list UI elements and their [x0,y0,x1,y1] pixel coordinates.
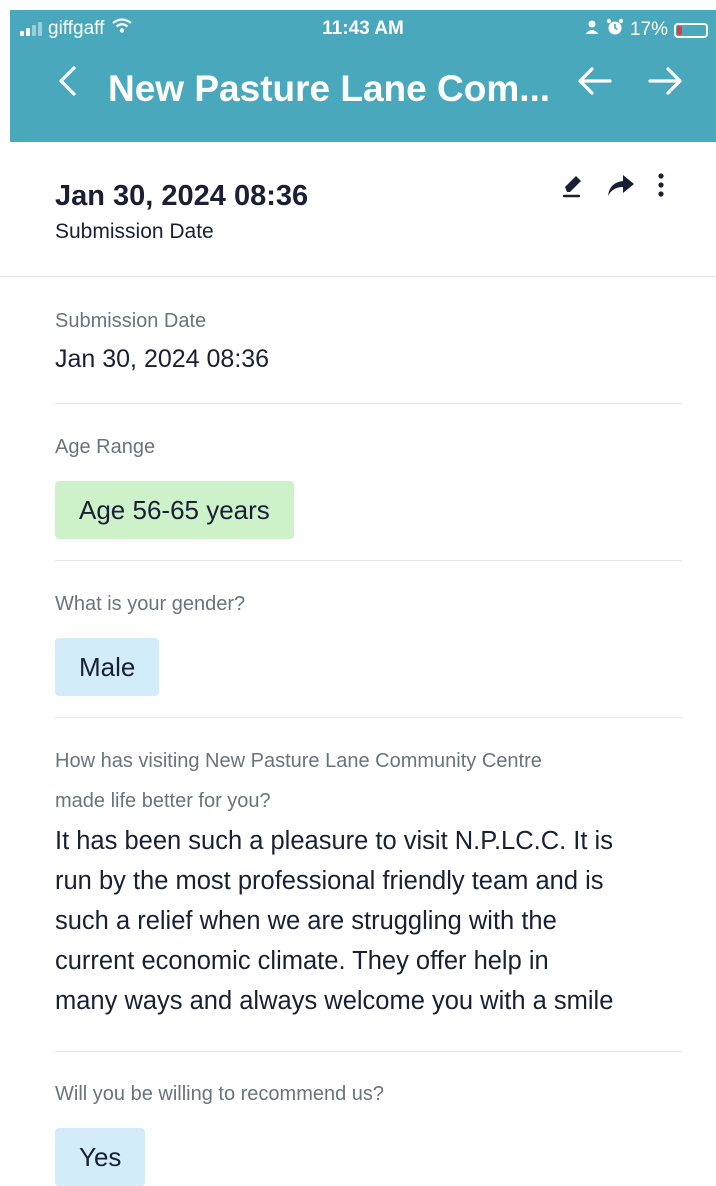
field-submission-date: Submission Date Jan 30, 2024 08:36 [55,277,682,404]
field-label: Will you be willing to recommend us? [55,1083,385,1105]
submission-summary: Jan 30, 2024 08:36 Submission Date [0,142,716,277]
battery-icon [674,22,708,38]
field-better-life: How has visiting New Pasture Lane Commun… [55,718,682,1052]
summary-date: Jan 30, 2024 08:36 [55,180,309,212]
summary-label: Submission Date [55,220,214,243]
share-button[interactable] [606,172,636,205]
field-age-range: Age Range Age 56-65 years [55,404,682,561]
answer-line: run by the most professional friendly te… [55,867,604,895]
edit-icon [562,176,581,198]
field-label: What is your gender? [55,593,246,615]
nav-bar: New Pasture Lane Com... [10,52,716,122]
arrow-left-icon [578,67,612,95]
previous-submission-button[interactable] [576,62,614,110]
battery-level [677,25,682,35]
answer-chip: Yes [55,1128,146,1186]
status-right-group: 17% [584,18,708,42]
page-title: New Pasture Lane Com... [108,68,551,109]
next-submission-button[interactable] [646,62,684,110]
answer-line: current economic climate. They offer hel… [55,947,549,975]
answer-chip: Male [55,638,160,696]
field-long-answer: It has been such a pleasure to visit N.P… [55,821,682,1021]
top-margin [0,0,716,10]
field-label-line-2: made life better for you? [55,790,271,812]
answer-line: such a relief when we are struggling wit… [55,907,557,935]
submission-fields: Submission Date Jan 30, 2024 08:36 Age R… [55,277,682,1186]
answer-chip-wrapper: Age 56-65 years [55,481,682,539]
field-recommend: Will you be willing to recommend us? Yes [55,1052,682,1186]
answer-chip-wrapper: Yes [55,1128,682,1186]
field-value: Jan 30, 2024 08:36 [55,345,270,373]
answer-chip: Age 56-65 years [55,481,294,539]
answer-line: many ways and always welcome you with a … [55,987,614,1015]
field-label: Submission Date [55,310,207,332]
edit-button[interactable] [560,172,586,205]
share-icon [608,175,634,196]
field-label: Age Range [55,436,156,458]
field-gender: What is your gender? Male [55,561,682,718]
answer-chip-wrapper: Male [55,638,682,696]
more-icon [658,173,664,197]
person-icon [584,19,600,41]
status-bar: giffgaff 11:43 AM 17% [10,10,716,48]
back-button[interactable] [56,62,78,110]
alarm-icon [606,18,624,42]
more-options-button[interactable] [656,172,666,205]
arrow-right-icon [648,67,682,95]
app-header: giffgaff 11:43 AM 17% New Pasture Lane C… [10,10,716,142]
chevron-left-icon [59,66,76,96]
battery-percent: 17% [629,19,668,40]
field-label-line-1: How has visiting New Pasture Lane Commun… [55,750,542,772]
answer-line: It has been such a pleasure to visit N.P… [55,827,613,855]
